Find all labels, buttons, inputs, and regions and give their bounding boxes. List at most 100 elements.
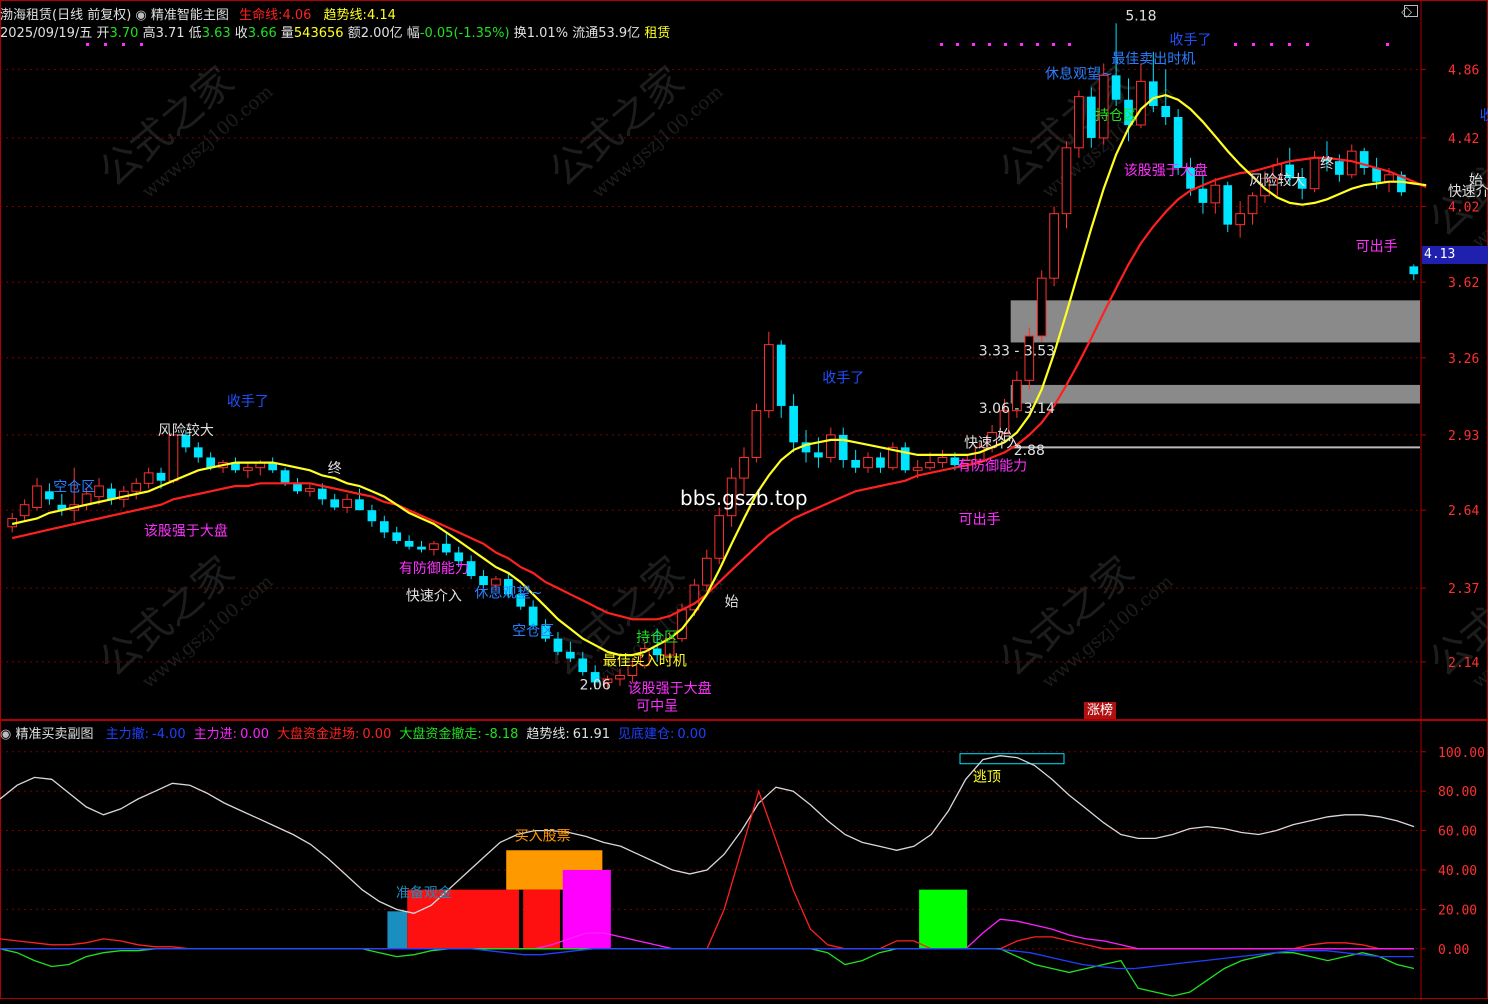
open-value: 3.70	[109, 26, 139, 41]
watermark-layer: 公式之家www.gszj100.com 公式之家www.gszj100.com 公式…	[91, 58, 1488, 692]
quote-date: 2025/09/19/五	[0, 26, 93, 41]
price-tick-label: 4.02	[1448, 200, 1479, 215]
candle-body-down	[392, 532, 402, 541]
price-tick-label: 4.86	[1448, 63, 1479, 78]
watermark: 公式之家www.gszj100.com	[91, 548, 277, 692]
signal-bar	[919, 889, 968, 949]
current-price-tag: 4.13	[1422, 246, 1488, 264]
sub-grid	[0, 720, 1488, 1000]
candle-body-down	[454, 552, 464, 562]
sub-tick-label: 0.00	[1438, 943, 1469, 958]
stock-name[interactable]: 渤海租赁(日线 前复权)	[0, 8, 131, 23]
candle-body-down	[851, 459, 860, 468]
change-value: -0.05(-1.35%)	[419, 26, 510, 41]
candle-body-down	[1198, 188, 1208, 203]
sub-legend-value: 61.91	[572, 727, 610, 742]
signal-label: 可中呈	[636, 699, 678, 715]
signal-label: 终	[328, 461, 342, 477]
limit-up-tag[interactable]: 涨榜	[1084, 702, 1117, 719]
sub-header-row: ◉ 精准买卖副图 主力撤: -4.00 主力进: 0.00 大盘资金进场: 0.00 大盘资…	[0, 723, 706, 742]
low-value: 3.63	[201, 26, 231, 41]
industry-tag[interactable]: 租赁	[644, 26, 670, 41]
candle-body-up	[1061, 147, 1072, 215]
candle-body-up	[32, 485, 42, 508]
signal-label: 持仓区	[636, 630, 678, 646]
candle-body-down	[1173, 116, 1183, 168]
candle-body-down	[776, 344, 786, 406]
signal-label: 风险较大	[158, 423, 214, 439]
signal-dot	[1306, 43, 1309, 46]
trend-line-label: 趋势线:	[323, 8, 367, 23]
quote-row: 2025/09/19/五 开3.70 高3.71 低3.63 收3.66 量54…	[0, 22, 670, 41]
candle-body-down	[1161, 105, 1171, 117]
amount-label: 额	[347, 26, 361, 41]
signal-bar	[387, 911, 408, 949]
signal-dot	[1386, 43, 1389, 46]
support-zone	[1010, 300, 1420, 343]
sub-indicator-name[interactable]: 精准买卖副图	[15, 727, 93, 742]
signal-label: 始	[725, 595, 739, 611]
signal-dot	[956, 43, 959, 46]
signal-dot	[140, 43, 143, 46]
sub-legend-items: 主力撤: -4.00 主力进: 0.00 大盘资金进场: 0.00 大盘资金撤走: -8.18…	[98, 727, 707, 742]
sub-series-line	[0, 918, 1414, 950]
signal-label: 休息观望~	[1045, 65, 1113, 82]
overlay-watermark-text: bbs.gszb.top	[680, 486, 808, 510]
candle-body-up	[751, 410, 762, 458]
sub-legend-label: 见底建仓:	[618, 727, 675, 742]
signal-label: 该股强于大盘	[144, 522, 228, 539]
candle-body-up	[1247, 195, 1258, 215]
candle-body-up	[937, 456, 948, 464]
indicator-name[interactable]: 精准智能主图	[151, 8, 229, 23]
signal-label: 始	[1469, 173, 1483, 189]
signal-label: 可出手	[1356, 239, 1398, 255]
sub-tick-label: 80.00	[1438, 785, 1477, 800]
candle-body-down	[441, 543, 451, 553]
sub-indicator-toggle-icon[interactable]: ◉	[0, 727, 11, 742]
candle-body-down	[814, 452, 823, 458]
sub-signal-label: 买入股票	[515, 828, 571, 844]
signal-dot	[1020, 43, 1023, 46]
signal-dot	[1036, 43, 1039, 46]
sub-signal-label: 准备观金	[396, 885, 452, 902]
candle-body-up	[1235, 213, 1245, 226]
signal-label: 最佳卖出时机	[1111, 51, 1195, 67]
turnover-label: 换	[513, 26, 527, 41]
sub-series-line	[0, 948, 1414, 970]
trend-line-value: 4.14	[366, 8, 396, 23]
candle-body-up	[615, 674, 625, 680]
sub-chart-svg: 准备观金 买入股票 逃顶 0.00 20.00 40.00 60.00 80.00 100.0…	[0, 720, 1488, 1000]
candle-body-down	[156, 472, 166, 481]
sub-chart-panel[interactable]: 准备观金 买入股票 逃顶 0.00 20.00 40.00 60.00 80.00 100.0…	[0, 720, 1488, 1000]
candle-body-up	[1074, 96, 1084, 149]
indicator-toggle-icon[interactable]: ◉	[135, 8, 146, 23]
candle-body-up	[1036, 277, 1047, 337]
price-tick-label: 2.14	[1448, 656, 1479, 671]
candle-body-up	[131, 482, 142, 492]
candle-body-up	[701, 557, 712, 586]
candle-body-up	[825, 434, 836, 458]
signal-label: 快速介入	[964, 435, 1020, 451]
sub-tick-label: 60.00	[1438, 825, 1477, 840]
sub-legend-value: 0.00	[240, 727, 270, 742]
sub-series-line	[0, 948, 1415, 997]
signal-dot	[1004, 43, 1007, 46]
candle-body-up	[863, 456, 873, 469]
float-value: 53.9亿	[598, 26, 641, 41]
low-label: 低	[188, 26, 202, 41]
candle-body-down	[479, 576, 488, 586]
window-toggle-icon[interactable]	[1404, 5, 1418, 17]
signal-label: 5.18	[1125, 9, 1156, 25]
watermark: 公式之家www.gszj100.com	[991, 548, 1177, 692]
main-chart-panel[interactable]: 公式之家 www.gszj100.com 公式之家 www.gszj100.com 公式…	[0, 0, 1488, 720]
candle-body-up	[168, 434, 179, 482]
candle-body-up	[143, 472, 154, 484]
life-line-value: 4.06	[282, 8, 312, 23]
candle-body-down	[355, 499, 364, 511]
signal-dot	[1234, 43, 1237, 46]
candle-body-up	[714, 515, 725, 559]
candle-body-down	[553, 638, 563, 652]
change-label: 幅	[406, 26, 420, 41]
candle-body-down	[404, 540, 414, 547]
support-zone	[1010, 384, 1420, 404]
